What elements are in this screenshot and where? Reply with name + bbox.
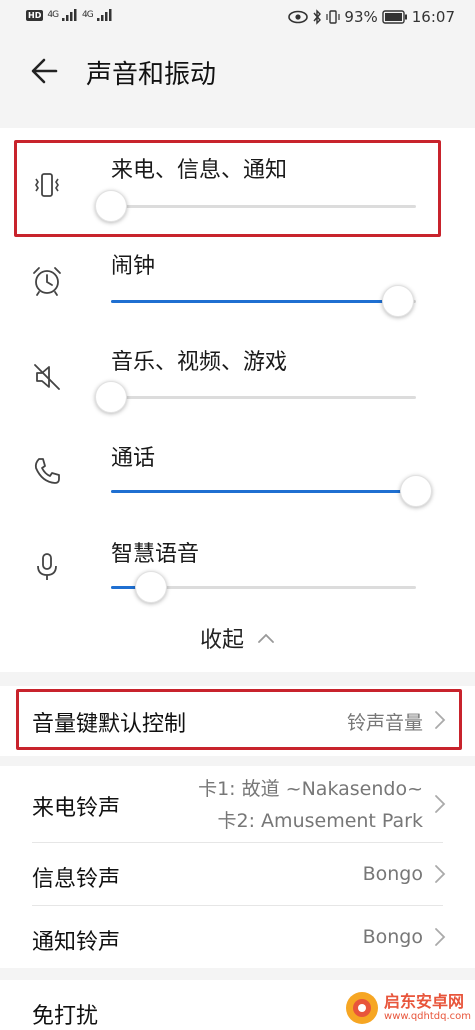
- slider-thumb[interactable]: [95, 381, 127, 413]
- watermark-url: www.qdhtdq.com: [384, 1011, 471, 1022]
- section-gap: [0, 118, 475, 128]
- clock: 16:07: [411, 8, 455, 26]
- sim1-type: 4G: [47, 10, 59, 20]
- status-bar: HD 4G 4G 93% 16:07: [0, 0, 475, 34]
- volume-slider[interactable]: [111, 571, 416, 603]
- back-button[interactable]: [28, 54, 68, 88]
- volume-label: 闹钟: [111, 254, 156, 279]
- row-label: 音量键默认控制: [32, 712, 187, 737]
- row-value: 铃声音量: [346, 712, 423, 734]
- volume-label: 来电、信息、通知: [111, 158, 288, 183]
- eye-icon: [288, 10, 309, 24]
- vibrate-icon: [35, 173, 59, 197]
- volume-row-ring: 来电、信息、通知: [0, 138, 475, 234]
- volume-label: 通话: [111, 446, 156, 471]
- signal-icon: [62, 9, 77, 21]
- chevron-right-icon: [435, 865, 446, 883]
- row-value: Bongo: [362, 926, 423, 948]
- hd-badge: HD: [26, 9, 44, 21]
- volume-row-call: 通话: [0, 430, 475, 526]
- row-label: 来电铃声: [32, 796, 121, 821]
- volume-label: 智慧语音: [111, 542, 200, 567]
- battery-percent: 93%: [344, 8, 378, 26]
- row-label: 信息铃声: [32, 867, 121, 892]
- volume-row-alarm: 闹钟: [0, 238, 475, 334]
- sim2-type: 4G: [82, 10, 94, 20]
- phone-icon: [34, 458, 60, 484]
- section-gap: [0, 968, 475, 980]
- volume-row-voice: 智慧语音: [0, 526, 475, 622]
- row-value-line2: 卡2: Amusement Park: [217, 810, 423, 832]
- volume-label: 音乐、视频、游戏: [111, 350, 288, 375]
- battery-icon: [382, 10, 407, 24]
- slider-thumb[interactable]: [381, 285, 414, 317]
- app-header: 声音和振动: [0, 34, 475, 118]
- chevron-right-icon: [435, 928, 446, 946]
- chevron-up-icon: [258, 633, 274, 643]
- alarm-clock-icon: [33, 267, 61, 296]
- row-value: Bongo: [362, 863, 423, 885]
- slider-fill: [111, 490, 416, 493]
- watermark: 启东安卓网 www.qdhtdq.com: [344, 990, 471, 1026]
- ringtone-row[interactable]: 来电铃声 卡1: 故道 ~Nakasendo~ 卡2: Amusement Pa…: [0, 766, 475, 842]
- bluetooth-icon: [313, 9, 322, 25]
- slider-thumb[interactable]: [134, 571, 167, 603]
- slider-thumb[interactable]: [400, 475, 432, 507]
- volume-slider[interactable]: [95, 381, 416, 413]
- volume-slider[interactable]: [111, 285, 416, 317]
- vibrate-status-icon: [326, 10, 341, 24]
- slider-fill: [111, 300, 398, 303]
- arrow-left-icon: [31, 58, 58, 84]
- status-right: 93% 16:07: [288, 8, 455, 26]
- slider-thumb[interactable]: [95, 190, 127, 222]
- section-gap: [0, 672, 475, 686]
- chevron-right-icon: [435, 711, 446, 729]
- status-left: HD 4G 4G: [26, 9, 113, 21]
- row-value-line1: 卡1: 故道 ~Nakasendo~: [198, 778, 423, 800]
- volume-key-default-row[interactable]: 音量键默认控制 铃声音量: [0, 686, 475, 756]
- section-gap: [0, 756, 475, 766]
- muted-speaker-icon: [34, 364, 60, 390]
- watermark-title: 启东安卓网: [384, 992, 465, 1011]
- row-label: 免打扰: [32, 1004, 99, 1029]
- volume-slider[interactable]: [95, 190, 416, 222]
- watermark-logo-icon: [346, 992, 379, 1024]
- microphone-icon: [37, 553, 57, 580]
- row-label: 通知铃声: [32, 930, 121, 955]
- chevron-right-icon: [435, 795, 446, 813]
- collapse-label: 收起: [199, 628, 244, 653]
- message-tone-row[interactable]: 信息铃声 Bongo: [0, 843, 475, 905]
- volume-slider[interactable]: [111, 475, 432, 507]
- collapse-button[interactable]: 收起: [0, 622, 475, 662]
- notification-tone-row[interactable]: 通知铃声 Bongo: [0, 906, 475, 968]
- page-title: 声音和振动: [86, 60, 217, 90]
- volume-row-media: 音乐、视频、游戏: [0, 334, 475, 430]
- signal-icon: [96, 9, 112, 21]
